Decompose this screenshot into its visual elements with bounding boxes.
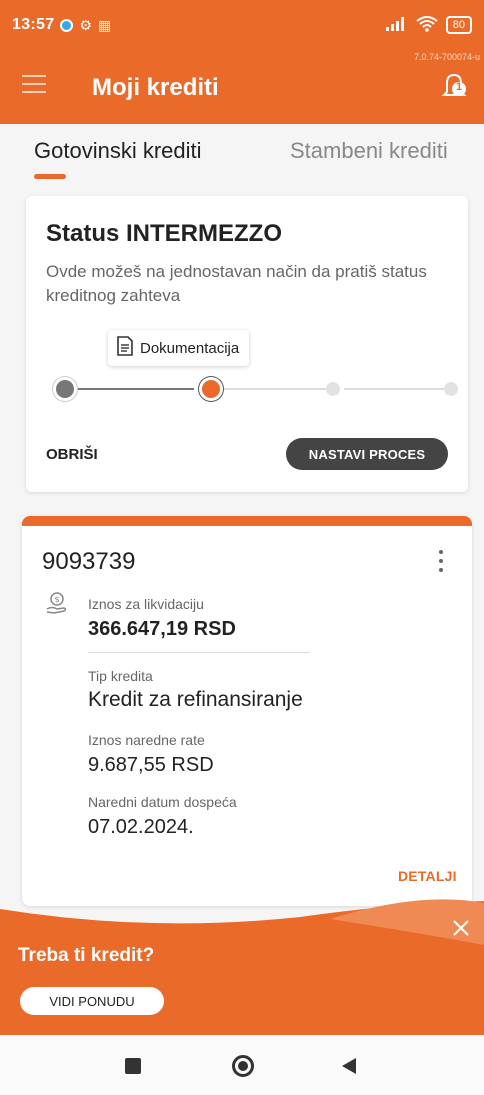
document-icon: [116, 336, 134, 360]
credit-tabs: Gotovinski krediti Stambeni krediti: [0, 124, 484, 190]
signal-icon: [385, 16, 408, 34]
promo-title: Treba ti kredit?: [18, 945, 155, 966]
menu-icon[interactable]: [22, 75, 46, 93]
status-time: 13:57: [12, 16, 55, 33]
liquidation-amount-value: 366.647,19 RSD: [88, 618, 236, 640]
svg-text:$: $: [54, 595, 59, 604]
notifications-bell-icon[interactable]: 1: [440, 70, 468, 100]
notification-count-badge: 1: [456, 81, 463, 93]
notification-dot-icon: [60, 18, 74, 32]
status-title: Status INTERMEZZO: [46, 220, 283, 247]
stepper-line-pending: [344, 388, 444, 390]
progress-stepper: [52, 376, 458, 402]
step-1-completed: [56, 380, 74, 398]
close-icon[interactable]: [452, 919, 470, 937]
money-hand-icon: $: [46, 592, 68, 614]
step-3-pending: [326, 382, 340, 396]
stepper-line-completed: [70, 388, 194, 390]
liquidation-amount-label: Iznos za likvidaciju: [88, 596, 204, 612]
settings-icon: ⚙: [79, 16, 92, 33]
loan-type-value: Kredit za refinansiranje: [88, 688, 303, 711]
system-navigation-bar: [0, 1035, 484, 1095]
current-step-tooltip: Dokumentacija: [108, 330, 250, 366]
details-link[interactable]: DETALJI: [398, 868, 457, 884]
promo-banner: Treba ti kredit? VIDI PONUDU: [0, 893, 484, 1035]
divider: [88, 652, 310, 653]
app-bar: Moji krediti 1: [0, 50, 484, 124]
tab-gotovinski-krediti[interactable]: Gotovinski krediti: [34, 138, 202, 164]
loan-number: 9093739: [42, 548, 136, 575]
status-card: Status INTERMEZZO Ovde možeš na jednosta…: [26, 196, 468, 492]
step-2-active: [202, 380, 220, 398]
active-tab-indicator: [34, 174, 66, 179]
delete-button[interactable]: OBRIŠI: [46, 446, 98, 463]
app-version: 7.0.74-700074-u: [413, 52, 480, 62]
recent-apps-icon[interactable]: [125, 1058, 141, 1074]
current-step-label: Dokumentacija: [140, 339, 240, 357]
next-due-date-label: Naredni datum dospeća: [88, 794, 237, 810]
battery-icon: 80: [445, 16, 472, 34]
back-icon[interactable]: [342, 1058, 356, 1074]
page-title: Moji krediti: [92, 74, 219, 101]
home-icon[interactable]: [232, 1055, 254, 1077]
wifi-icon: [416, 15, 438, 35]
view-offer-button[interactable]: VIDI PONUDU: [20, 987, 164, 1015]
more-options-icon[interactable]: [438, 550, 444, 572]
loan-card-accent: [22, 516, 472, 526]
next-installment-label: Iznos naredne rate: [88, 732, 205, 748]
next-due-date-value: 07.02.2024.: [88, 816, 194, 838]
status-bar: 13:57 ⚙ ▦ 80: [0, 0, 484, 50]
status-description: Ovde možeš na jednostavan način da prati…: [46, 262, 427, 305]
loan-type-label: Tip kredita: [88, 668, 153, 684]
stepper-line-pending: [214, 388, 326, 390]
app-notification-icon: ▦: [97, 16, 112, 33]
step-4-pending: [444, 382, 458, 396]
tab-stambeni-krediti[interactable]: Stambeni krediti: [290, 138, 448, 164]
next-installment-value: 9.687,55 RSD: [88, 754, 214, 776]
loan-card[interactable]: 9093739 $ Iznos za likvidaciju 366.647,1…: [22, 516, 472, 906]
continue-process-button[interactable]: NASTAVI PROCES: [286, 438, 448, 470]
